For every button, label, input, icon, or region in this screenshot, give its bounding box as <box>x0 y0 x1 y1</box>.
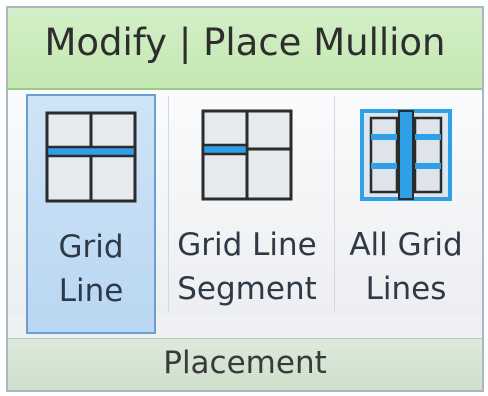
all-grid-lines-label-1: All Grid <box>349 227 463 263</box>
grid-line-segment-label-2: Segment <box>177 271 317 307</box>
panel-label: Placement <box>163 345 327 381</box>
contextual-tab-header[interactable]: Modify | Place Mullion <box>8 8 482 90</box>
grid-line-button[interactable]: Grid Line <box>26 94 156 334</box>
placement-tools-panel: Grid Line Grid Line Segment All Grid Lin… <box>8 90 482 334</box>
all-grid-lines-icon <box>360 109 452 201</box>
grid-line-segment-icon <box>201 109 293 201</box>
all-grid-lines-button[interactable]: All Grid Lines <box>336 94 476 334</box>
ribbon-panel: Modify | Place Mullion Grid Line Grid Li… <box>6 6 484 392</box>
grid-line-segment-button[interactable]: Grid Line Segment <box>164 94 330 334</box>
tool-divider <box>334 96 335 312</box>
grid-line-label-2: Line <box>58 273 124 309</box>
grid-line-label-1: Grid <box>58 229 124 265</box>
panel-footer: Placement <box>8 338 482 390</box>
all-grid-lines-label-2: Lines <box>365 271 447 307</box>
tab-title: Modify | Place Mullion <box>44 21 446 64</box>
grid-line-segment-label-1: Grid Line <box>177 227 317 263</box>
grid-line-icon <box>45 111 137 203</box>
